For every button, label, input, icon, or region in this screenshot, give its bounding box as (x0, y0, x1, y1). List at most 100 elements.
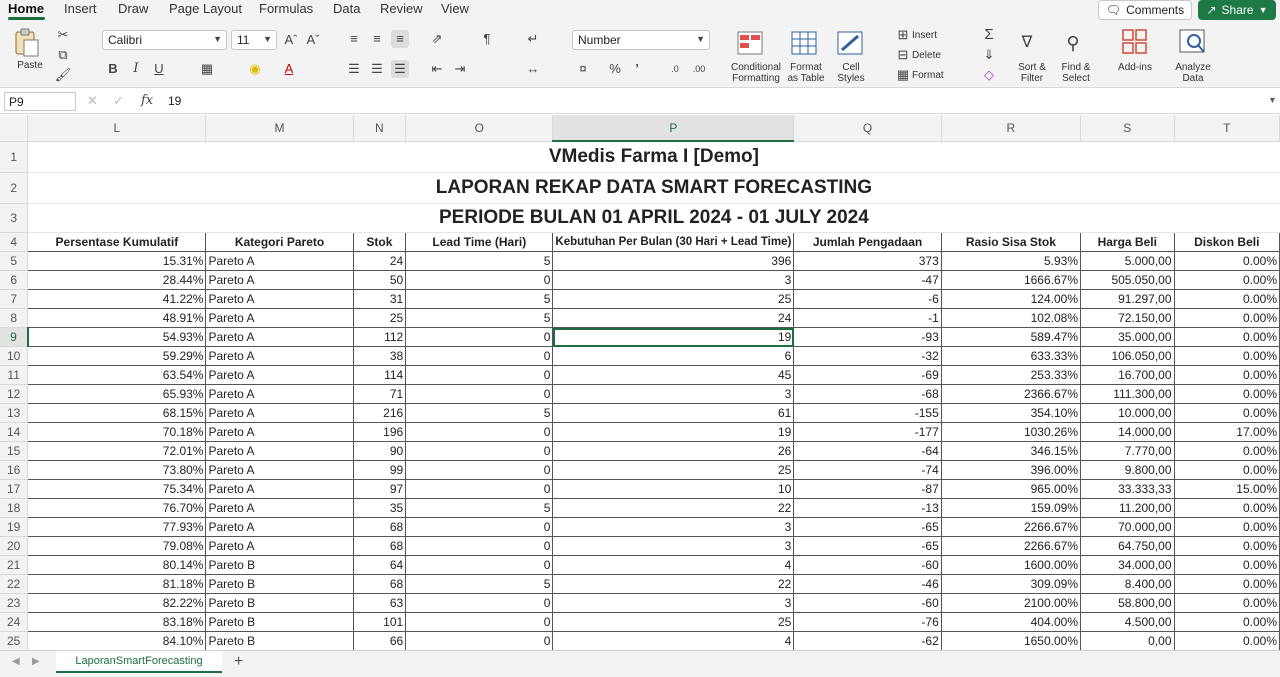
table-cell[interactable]: 0 (405, 479, 554, 499)
header-cell[interactable]: Harga Beli (1080, 232, 1175, 252)
table-cell[interactable]: 5 (405, 308, 554, 328)
tab-draw[interactable]: Draw (118, 1, 148, 16)
find-select-label[interactable]: Find & Select (1056, 62, 1096, 84)
row-header[interactable]: 25 (0, 631, 29, 650)
table-cell[interactable]: 0.00% (1173, 346, 1280, 366)
format-as-table-button[interactable] (790, 30, 818, 56)
table-cell[interactable]: Pareto A (205, 289, 354, 309)
table-cell[interactable]: 0.00% (1173, 327, 1280, 347)
table-cell[interactable]: 106.050,00 (1080, 346, 1175, 366)
table-cell[interactable]: 114 (352, 365, 407, 385)
fx-icon[interactable]: fx (141, 93, 153, 108)
table-cell[interactable]: 3 (552, 593, 795, 613)
table-cell[interactable]: 33.333,33 (1080, 479, 1175, 499)
table-cell[interactable]: 5 (405, 403, 554, 423)
table-cell[interactable]: 0.00% (1173, 289, 1280, 309)
borders-icon[interactable]: ▦ (198, 60, 216, 78)
table-cell[interactable]: 19 (552, 327, 795, 347)
tab-page-layout[interactable]: Page Layout (169, 1, 242, 16)
table-cell[interactable]: Pareto B (205, 631, 354, 650)
table-cell[interactable]: 77.93% (27, 517, 207, 537)
copy-icon[interactable]: ⧉ (54, 46, 72, 64)
table-cell[interactable]: 45 (552, 365, 795, 385)
column-header[interactable]: P (552, 115, 795, 142)
table-cell[interactable]: 0 (405, 441, 554, 461)
table-cell[interactable]: Pareto A (205, 479, 354, 499)
row-header[interactable]: 15 (0, 441, 29, 461)
table-cell[interactable]: 8.400,00 (1080, 574, 1175, 594)
table-cell[interactable]: 17.00% (1173, 422, 1280, 442)
table-cell[interactable]: 102.08% (940, 308, 1082, 328)
table-cell[interactable]: 0.00% (1173, 441, 1280, 461)
table-cell[interactable]: 24 (352, 251, 407, 271)
prev-sheet-icon[interactable]: ◀ (12, 656, 20, 667)
scissors-icon[interactable]: ✂ (54, 26, 72, 44)
table-cell[interactable]: -68 (793, 384, 942, 404)
tab-review[interactable]: Review (380, 1, 423, 16)
row-header[interactable]: 7 (0, 289, 29, 309)
table-cell[interactable]: Pareto A (205, 517, 354, 537)
table-cell[interactable]: 0.00% (1173, 517, 1280, 537)
table-cell[interactable]: 70.000,00 (1080, 517, 1175, 537)
sort-filter-label[interactable]: Sort & Filter (1012, 62, 1052, 84)
table-cell[interactable]: -65 (793, 536, 942, 556)
table-cell[interactable]: Pareto A (205, 441, 354, 461)
delete-cells-icon[interactable]: ⊟ (894, 46, 912, 64)
bold-icon[interactable]: B (104, 60, 122, 78)
orientation-icon[interactable]: ⇗ (428, 30, 446, 48)
text-direction-icon[interactable]: ¶ (478, 30, 496, 48)
insert-cells-icon[interactable]: ⊞ (894, 26, 912, 44)
share-button[interactable]: ↗ Share ▼ (1198, 0, 1276, 20)
row-header[interactable]: 24 (0, 612, 29, 632)
table-cell[interactable]: 0.00% (1173, 593, 1280, 613)
table-cell[interactable]: 7.770,00 (1080, 441, 1175, 461)
sort-filter-icon[interactable]: ∇ (1018, 34, 1036, 52)
cell-styles-button[interactable] (836, 30, 864, 56)
table-cell[interactable]: 2100.00% (940, 593, 1082, 613)
table-cell[interactable]: 9.800,00 (1080, 460, 1175, 480)
table-cell[interactable]: 61 (552, 403, 795, 423)
table-cell[interactable]: 112 (352, 327, 407, 347)
table-cell[interactable]: 216 (352, 403, 407, 423)
table-cell[interactable]: -13 (793, 498, 942, 518)
table-cell[interactable]: 84.10% (27, 631, 207, 650)
decrease-indent-icon[interactable]: ⇤ (428, 60, 446, 78)
table-cell[interactable]: 71 (352, 384, 407, 404)
row-header[interactable]: 19 (0, 517, 29, 537)
table-cell[interactable]: 65.93% (27, 384, 207, 404)
percent-icon[interactable]: % (606, 60, 624, 78)
table-cell[interactable]: 14.000,00 (1080, 422, 1175, 442)
format-cells-icon[interactable]: ▦ (894, 66, 912, 84)
table-cell[interactable]: 76.70% (27, 498, 207, 518)
table-cell[interactable]: Pareto A (205, 422, 354, 442)
decrease-font-icon[interactable]: Aˇ (304, 31, 322, 49)
table-cell[interactable]: Pareto A (205, 308, 354, 328)
align-left-icon[interactable]: ☰ (345, 60, 363, 78)
table-cell[interactable]: 41.22% (27, 289, 207, 309)
table-cell[interactable]: Pareto B (205, 593, 354, 613)
table-cell[interactable]: 0.00% (1173, 612, 1280, 632)
table-cell[interactable]: 22 (552, 498, 795, 518)
table-cell[interactable]: 80.14% (27, 555, 207, 575)
spreadsheet-grid[interactable]: L M N O P Q R S T 1 VMedis Farma I [Demo… (0, 115, 1280, 650)
font-color-icon[interactable]: A (280, 60, 298, 78)
table-cell[interactable]: 965.00% (940, 479, 1082, 499)
align-center-icon[interactable]: ☰ (368, 60, 386, 78)
table-cell[interactable]: -6 (793, 289, 942, 309)
table-cell[interactable]: -69 (793, 365, 942, 385)
italic-icon[interactable]: I (127, 60, 145, 78)
table-cell[interactable]: -93 (793, 327, 942, 347)
table-cell[interactable]: 91.297,00 (1080, 289, 1175, 309)
row-header[interactable]: 3 (0, 203, 29, 233)
wrap-text-icon[interactable]: ↵ (524, 30, 542, 48)
column-header[interactable]: T (1174, 115, 1280, 142)
fill-color-icon[interactable]: ◉ (246, 60, 264, 78)
table-cell[interactable]: 0.00% (1173, 460, 1280, 480)
table-cell[interactable]: 111.300,00 (1080, 384, 1175, 404)
table-cell[interactable]: 15.31% (27, 251, 207, 271)
table-cell[interactable]: 83.18% (27, 612, 207, 632)
table-cell[interactable]: Pareto B (205, 574, 354, 594)
table-cell[interactable]: 5.93% (940, 251, 1082, 271)
row-header[interactable]: 8 (0, 308, 29, 328)
table-cell[interactable]: 2266.67% (940, 536, 1082, 556)
